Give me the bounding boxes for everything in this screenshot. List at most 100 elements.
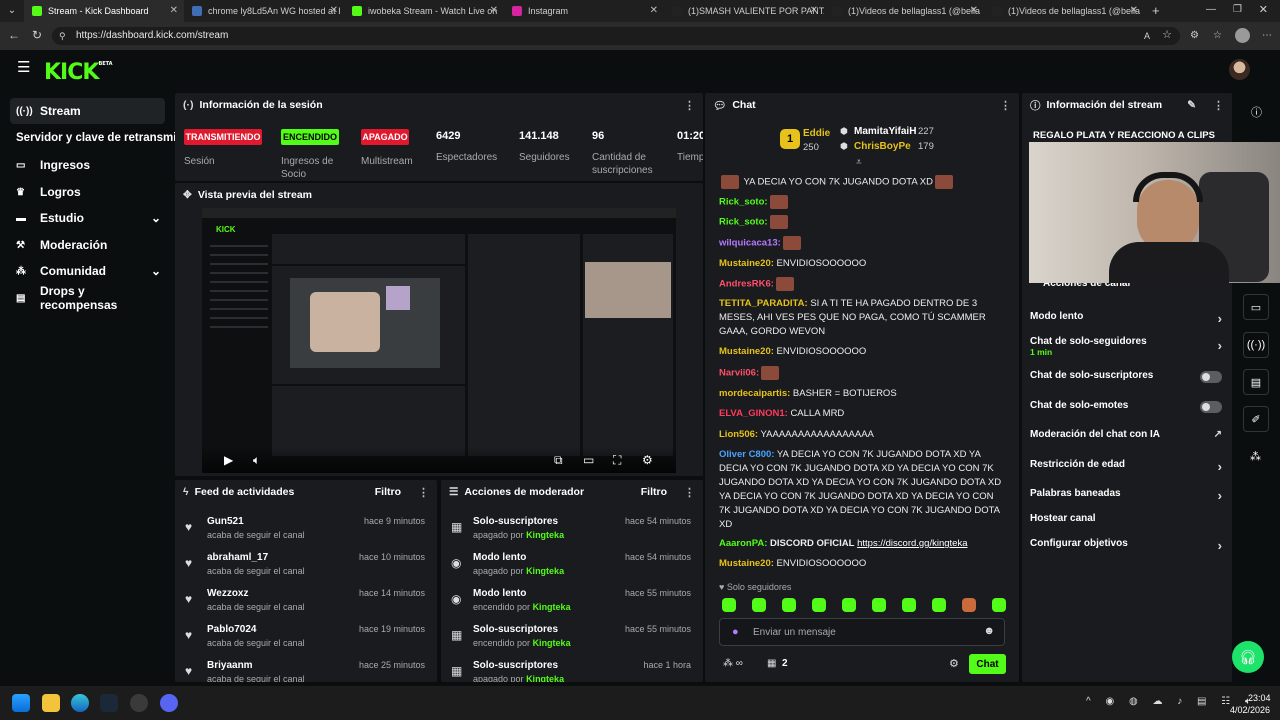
emote-picker-icon[interactable] bbox=[782, 598, 796, 612]
chevron-down-icon[interactable]: ⌄ bbox=[151, 264, 161, 278]
channel-setting-row[interactable]: Chat de solo-seguidores 1 min › bbox=[1030, 336, 1222, 357]
chat-username[interactable]: AaaronPA: bbox=[719, 538, 767, 549]
profile-avatar-icon[interactable] bbox=[1235, 28, 1250, 43]
mod-action-moderator[interactable]: Kingteka bbox=[533, 638, 571, 648]
chat-username[interactable]: mordecaipartis: bbox=[719, 388, 790, 399]
obs-icon[interactable] bbox=[130, 694, 148, 712]
channel-setting-row[interactable]: Chat de solo-suscriptores bbox=[1030, 370, 1222, 383]
emoji-icon[interactable]: ☻ bbox=[983, 625, 995, 637]
chevron-right-icon[interactable]: › bbox=[1218, 488, 1222, 503]
chat-send-button[interactable]: Chat bbox=[969, 654, 1006, 674]
chevron-right-icon[interactable]: › bbox=[1218, 459, 1222, 474]
support-headset-button[interactable]: 🎧︎ bbox=[1232, 641, 1264, 673]
session-menu-icon[interactable]: ⋮ bbox=[684, 99, 695, 112]
sidebar-item-1[interactable]: Servidor y clave de retransmisión bbox=[10, 125, 200, 151]
rail-broadcast-button[interactable]: ((·)) bbox=[1243, 332, 1269, 358]
channel-setting-row[interactable]: Palabras baneadas › bbox=[1030, 488, 1222, 503]
browser-tab[interactable]: (1)Videos de bellaglass1 (@bella ✕ bbox=[824, 0, 984, 22]
chat-menu-icon[interactable]: ⋮ bbox=[1000, 99, 1011, 112]
channel-setting-row[interactable]: Modo lento › bbox=[1030, 311, 1222, 326]
sidebar-item-4[interactable]: ▬ Estudio ⌄ bbox=[10, 205, 165, 231]
tab-close-icon[interactable]: ✕ bbox=[810, 5, 818, 16]
users-infinity-icon[interactable]: ⁂ ∞ bbox=[723, 658, 743, 669]
chat-username[interactable]: Rick_soto: bbox=[719, 197, 768, 208]
channel-setting-row[interactable]: Chat de solo-emotes bbox=[1030, 400, 1222, 413]
activity-row[interactable]: ♥ Wezzoxz acaba de seguir el canal hace 14 … bbox=[175, 586, 433, 622]
steam-icon[interactable] bbox=[100, 694, 118, 712]
channel-setting-row[interactable]: Hostear canal bbox=[1030, 513, 1222, 524]
emote-picker-icon[interactable] bbox=[812, 598, 826, 612]
activity-filter-button[interactable]: Filtro bbox=[375, 486, 401, 498]
info-rail-icon[interactable]: ⓘ bbox=[1251, 104, 1262, 120]
mod-action-row[interactable]: ◉ Modo lento encendido por Kingteka hace 55… bbox=[441, 586, 699, 622]
read-aloud-icon[interactable]: A bbox=[1144, 30, 1150, 42]
emote-picker-icon[interactable] bbox=[872, 598, 886, 612]
channel-setting-row[interactable]: Moderación del chat con IA ↗ bbox=[1030, 429, 1222, 440]
fullscreen-icon[interactable]: ⛶ bbox=[613, 454, 621, 466]
settings-gear-icon[interactable]: ⚙ bbox=[642, 454, 653, 466]
file-explorer-icon[interactable] bbox=[42, 694, 60, 712]
sidebar-item-0[interactable]: ((·)) Stream bbox=[10, 98, 165, 124]
toggle-switch[interactable] bbox=[1200, 371, 1222, 383]
kick-logo[interactable]: KICKBETA bbox=[44, 60, 113, 85]
favorite-star-icon[interactable]: ☆ bbox=[1162, 29, 1172, 41]
sidebar-item-5[interactable]: ⚒ Moderación bbox=[10, 232, 165, 258]
emote-picker-icon[interactable] bbox=[932, 598, 946, 612]
edit-pencil-icon[interactable]: ✎ bbox=[1187, 99, 1196, 111]
url-field[interactable]: ⚲ https://dashboard.kick.com/stream A ☆ bbox=[52, 27, 1180, 45]
chat-username[interactable]: Mustaine20: bbox=[719, 346, 774, 357]
modactions-filter-button[interactable]: Filtro bbox=[641, 486, 667, 498]
chat-username[interactable]: Mustaine20: bbox=[719, 258, 774, 269]
toggle-switch[interactable] bbox=[1200, 401, 1222, 413]
top-user-name[interactable]: MamitaYifaiH bbox=[854, 126, 916, 137]
rail-layout-button[interactable]: ▤ bbox=[1243, 369, 1269, 395]
minimize-icon[interactable]: — bbox=[1206, 4, 1216, 16]
chat-username[interactable]: Mustaine20: bbox=[719, 558, 774, 569]
tab-close-icon[interactable]: ✕ bbox=[490, 5, 498, 16]
chevron-right-icon[interactable]: › bbox=[1218, 311, 1222, 326]
new-tab-icon[interactable]: + bbox=[1152, 4, 1160, 17]
emote-picker-icon[interactable] bbox=[962, 598, 976, 612]
hamburger-menu-icon[interactable]: ☰ bbox=[17, 60, 30, 75]
tab-close-icon[interactable]: ✕ bbox=[170, 5, 178, 16]
sidebar-item-6[interactable]: ⁂ Comunidad ⌄ bbox=[10, 258, 165, 284]
mod-action-row[interactable]: ▦ Solo-suscriptores encendido por Kingteka… bbox=[441, 622, 699, 658]
emote-picker-icon[interactable] bbox=[722, 598, 736, 612]
browser-tab[interactable]: Instagram ✕ bbox=[504, 0, 664, 22]
volume-icon[interactable]: 🔈︎ bbox=[253, 454, 260, 466]
clip-icon[interactable]: ⧉ bbox=[554, 454, 563, 466]
back-icon[interactable]: ← bbox=[8, 29, 20, 41]
edge-icon[interactable] bbox=[71, 694, 89, 712]
chat-settings-icon[interactable]: ⚙ bbox=[949, 657, 959, 670]
emote-picker-icon[interactable] bbox=[902, 598, 916, 612]
tab-close-icon[interactable]: ✕ bbox=[1130, 5, 1138, 16]
mod-action-moderator[interactable]: Kingteka bbox=[526, 566, 564, 576]
browser-tab[interactable]: Stream - Kick Dashboard ✕ bbox=[24, 0, 184, 22]
mod-action-moderator[interactable]: Kingteka bbox=[526, 674, 564, 682]
emote-picker-icon[interactable] bbox=[992, 598, 1006, 612]
channel-setting-row[interactable]: Restricción de edad › bbox=[1030, 459, 1222, 474]
chat-input[interactable]: ● Enviar un mensaje ☻ bbox=[719, 618, 1005, 646]
extensions-icon[interactable]: ⚙ bbox=[1190, 30, 1199, 42]
sidebar-item-2[interactable]: ▭ Ingresos bbox=[10, 152, 165, 178]
activity-row[interactable]: ♥ Briyaanm acaba de seguir el canal hace 25… bbox=[175, 658, 433, 682]
reload-icon[interactable]: ↻ bbox=[32, 29, 42, 41]
chat-username[interactable]: TETITA_PARADITA: bbox=[719, 298, 808, 309]
stream-video[interactable]: KICK ▶ 🔈︎ ⧉ ▭ ⛶ ⚙ bbox=[202, 208, 676, 473]
mod-action-moderator[interactable]: Kingteka bbox=[526, 530, 564, 540]
sidebar-item-7[interactable]: ▤ Drops y recompensas bbox=[10, 284, 165, 312]
activity-menu-icon[interactable]: ⋮ bbox=[418, 486, 429, 499]
chat-username[interactable]: Narvii06: bbox=[719, 368, 759, 379]
browser-tab[interactable]: chrome ly8Ld5An WG hosted at I ✕ bbox=[184, 0, 344, 22]
rail-tools-button[interactable]: ✐ bbox=[1243, 406, 1269, 432]
chat-link[interactable]: https://discord.gg/kingteka bbox=[857, 538, 967, 549]
rail-chat-button[interactable]: ▭ bbox=[1243, 294, 1269, 320]
mic-icon[interactable]: ● bbox=[732, 626, 739, 638]
chevron-down-icon[interactable]: ⌄ bbox=[151, 211, 161, 225]
chevron-right-icon[interactable]: › bbox=[1218, 538, 1222, 553]
chat-username[interactable]: Oliver C800: bbox=[719, 449, 774, 460]
emote-picker-icon[interactable] bbox=[842, 598, 856, 612]
user-avatar[interactable] bbox=[1229, 59, 1250, 80]
channel-setting-row[interactable]: Configurar objetivos › bbox=[1030, 538, 1222, 553]
browser-tab[interactable]: (1)Videos de bellaglass1 (@bella ✕ bbox=[984, 0, 1144, 22]
